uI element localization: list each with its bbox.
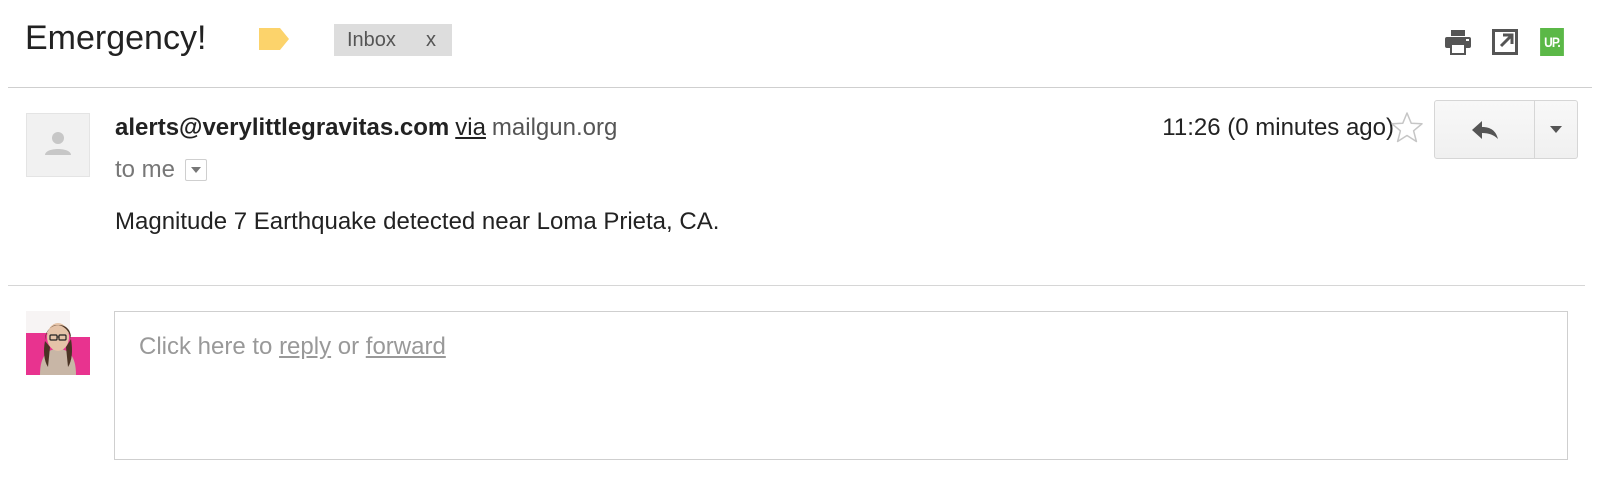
via-domain: mailgun.org xyxy=(491,114,618,141)
reply-or-text: or xyxy=(337,333,360,360)
user-photo xyxy=(26,311,90,375)
message-body: Magnitude 7 Earthquake detected near Lom… xyxy=(115,208,720,235)
label-text: Inbox xyxy=(347,29,396,51)
up-extension-icon: UP. xyxy=(1540,28,1564,56)
sender-avatar xyxy=(26,113,90,177)
label-inbox[interactable]: Inbox x xyxy=(334,24,452,56)
reply-link[interactable]: reply xyxy=(279,333,331,360)
recipient-text: to me xyxy=(115,156,176,183)
open-in-new-window-button[interactable] xyxy=(1491,28,1519,56)
print-all-button[interactable] xyxy=(1444,28,1472,56)
more-options-button[interactable] xyxy=(1535,101,1577,158)
reply-button-group xyxy=(1434,100,1578,159)
show-details-button[interactable] xyxy=(185,159,208,181)
remove-label-button[interactable]: x xyxy=(426,24,436,56)
default-person-icon xyxy=(45,132,71,155)
email-view: Emergency! Inbox x UP. alerts@verylittle… xyxy=(0,0,1606,486)
up-extension-button[interactable]: UP. xyxy=(1538,28,1566,56)
open-new-window-icon xyxy=(1492,29,1518,55)
caret-down-icon xyxy=(1550,126,1562,133)
sender-email[interactable]: alerts@verylittlegravitas.com xyxy=(115,114,449,141)
recipient-line: to me xyxy=(115,155,208,185)
reply-box[interactable]: Click here to reply or forward xyxy=(114,311,1568,460)
print-icon xyxy=(1445,30,1471,55)
email-subject: Emergency! xyxy=(25,19,207,57)
forward-link[interactable]: forward xyxy=(366,333,446,360)
star-icon[interactable] xyxy=(1389,110,1425,146)
header-divider xyxy=(8,87,1592,88)
sender-line: alerts@verylittlegravitas.com via mailgun.… xyxy=(115,113,617,143)
message-timestamp: 11:26 (0 minutes ago) xyxy=(1162,114,1394,141)
important-marker-icon[interactable] xyxy=(259,28,289,50)
reply-button[interactable] xyxy=(1435,101,1535,158)
message-divider xyxy=(8,285,1585,286)
caret-down-icon xyxy=(191,167,202,173)
via-link[interactable]: via xyxy=(455,114,486,141)
reply-prompt-text: Click here to xyxy=(139,333,273,360)
reply-arrow-icon xyxy=(1471,120,1498,139)
top-actions: UP. xyxy=(1444,28,1566,56)
user-avatar xyxy=(26,311,90,375)
reply-prompt: Click here to reply or forward xyxy=(139,332,446,362)
